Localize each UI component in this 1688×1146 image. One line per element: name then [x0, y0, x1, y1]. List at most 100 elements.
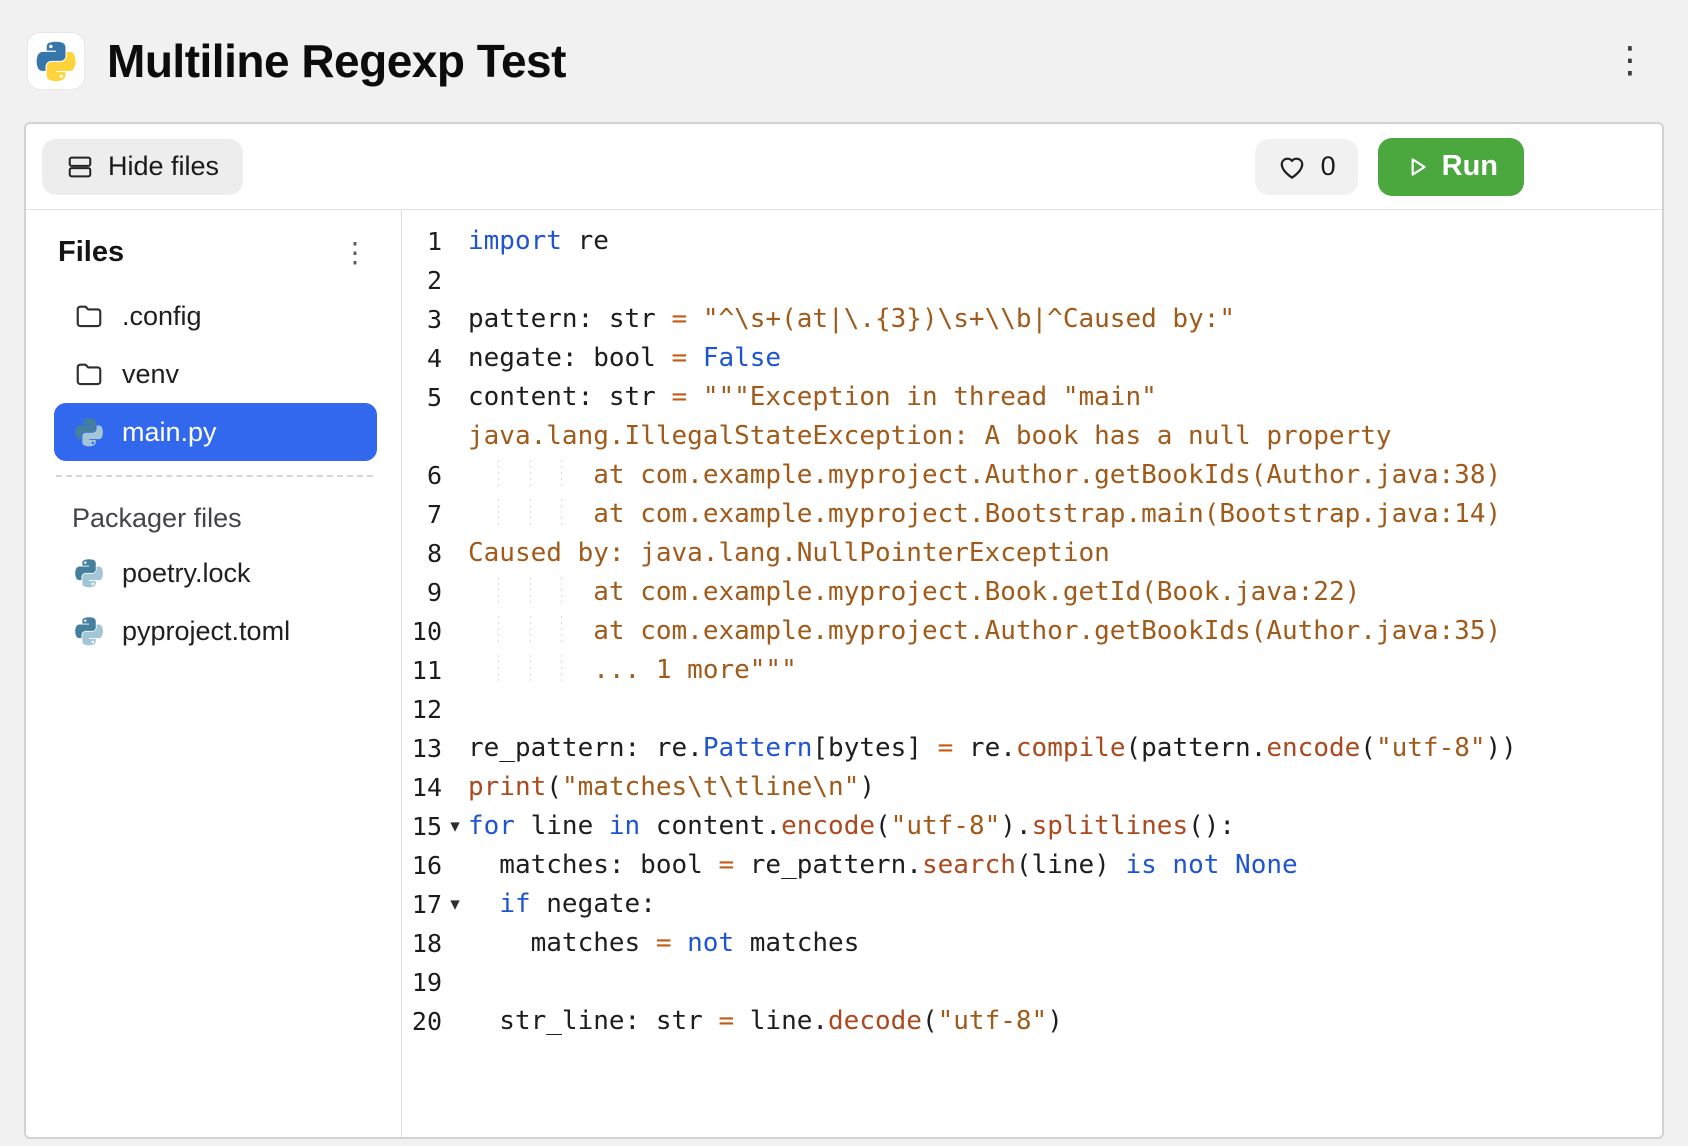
- file-name: main.py: [122, 417, 217, 448]
- code-line[interactable]: 18 matches = not matches: [402, 924, 1662, 963]
- code-line[interactable]: 4negate: bool = False: [402, 339, 1662, 378]
- run-button[interactable]: Run: [1378, 138, 1524, 196]
- code-line-text: Caused by: java.lang.NullPointerExceptio…: [468, 534, 1662, 573]
- code-line[interactable]: 19: [402, 963, 1662, 1002]
- fold-gutter: [442, 534, 468, 573]
- code-line-text: at com.example.myproject.Book.getId(Book…: [468, 573, 1662, 612]
- code-line[interactable]: 5 content: str = """Exception in thread "…: [402, 378, 1662, 417]
- heart-icon: [1277, 152, 1307, 182]
- code-line[interactable]: java.lang.IllegalStateException: A book …: [402, 417, 1662, 456]
- code-line[interactable]: 15▾for line in content.encode("utf-8").s…: [402, 807, 1662, 846]
- file-item-main-py[interactable]: main.py: [54, 403, 377, 461]
- toolbar: Hide files 0 Run: [26, 124, 1662, 210]
- file-name: .config: [122, 301, 202, 332]
- line-number: 5: [402, 378, 442, 417]
- panel-body: Files ⋮ .config venv main.py Packager: [26, 210, 1662, 1137]
- code-line[interactable]: 7 at com.example.myproject.Bootstrap.mai…: [402, 495, 1662, 534]
- fold-gutter: [442, 417, 468, 456]
- line-number: 11: [402, 651, 442, 690]
- line-number: 2: [402, 261, 442, 300]
- code-line[interactable]: 1 import re: [402, 222, 1662, 261]
- files-menu-button[interactable]: ⋮: [341, 239, 369, 267]
- files-title: Files: [58, 236, 124, 269]
- code-line-text: pattern: str = "^\s+(at|\.{3})\s+\\b|^Ca…: [468, 300, 1662, 339]
- code-line-text: import re: [468, 222, 1662, 261]
- code-line[interactable]: 12: [402, 690, 1662, 729]
- packager-files-title: Packager files: [72, 503, 377, 534]
- python-file-icon: [74, 417, 104, 447]
- play-icon: [1404, 154, 1430, 180]
- fold-gutter: [442, 846, 468, 885]
- code-line[interactable]: 3 pattern: str = "^\s+(at|\.{3})\s+\\b|^C…: [402, 300, 1662, 339]
- code-line-text: str_line: str = line.decode("utf-8"): [468, 1002, 1662, 1041]
- file-name: pyproject.toml: [122, 616, 290, 647]
- file-item-config[interactable]: .config: [54, 287, 377, 345]
- code-line-text: [468, 963, 1662, 1002]
- line-number: 14: [402, 768, 442, 807]
- line-number: [402, 417, 442, 456]
- code-line-text: re_pattern: re.Pattern[bytes] = re.compi…: [468, 729, 1662, 768]
- code-line[interactable]: 9 at com.example.myproject.Book.getId(Bo…: [402, 573, 1662, 612]
- packager-file-list: poetry.lock pyproject.toml: [54, 544, 377, 660]
- file-name: venv: [122, 359, 179, 390]
- fold-gutter: [442, 729, 468, 768]
- code-line[interactable]: 13re_pattern: re.Pattern[bytes] = re.com…: [402, 729, 1662, 768]
- fold-gutter: [442, 651, 468, 690]
- code-line-text: matches: bool = re_pattern.search(line) …: [468, 846, 1662, 885]
- fold-gutter: [442, 222, 468, 261]
- code-line[interactable]: 2: [402, 261, 1662, 300]
- likes-button[interactable]: 0: [1255, 139, 1358, 195]
- fold-arrow-icon[interactable]: ▾: [442, 807, 468, 846]
- code-line-text: print("matches\t\tline\n"): [468, 768, 1662, 807]
- hide-files-button[interactable]: Hide files: [42, 139, 243, 195]
- code-line[interactable]: 11 ... 1 more""": [402, 651, 1662, 690]
- app-header: Multiline Regexp Test ⋮: [0, 0, 1688, 122]
- code-line[interactable]: 10 at com.example.myproject.Author.getBo…: [402, 612, 1662, 651]
- line-number: 1: [402, 222, 442, 261]
- code-line-text: matches = not matches: [468, 924, 1662, 963]
- fold-gutter: [442, 768, 468, 807]
- likes-count: 0: [1321, 151, 1336, 182]
- workspace-panel: Hide files 0 Run Files ⋮ .config: [24, 122, 1664, 1139]
- file-item-poetry-lock[interactable]: poetry.lock: [54, 544, 377, 602]
- code-line[interactable]: 20 str_line: str = line.decode("utf-8"): [402, 1002, 1662, 1041]
- line-number: 16: [402, 846, 442, 885]
- code-editor-lines: 1 import re 23 pattern: str = "^\s+(at|\.{3…: [402, 222, 1662, 1041]
- page-title: Multiline Regexp Test: [107, 34, 566, 88]
- python-logo-icon: [35, 40, 77, 82]
- code-line[interactable]: 14 print("matches\t\tline\n"): [402, 768, 1662, 807]
- fold-arrow-icon[interactable]: ▾: [442, 885, 468, 924]
- file-item-venv[interactable]: venv: [54, 345, 377, 403]
- file-item-pyproject-toml[interactable]: pyproject.toml: [54, 602, 377, 660]
- sidebar-divider: [56, 475, 373, 477]
- python-file-icon: [74, 558, 104, 588]
- files-sidebar: Files ⋮ .config venv main.py Packager: [26, 210, 402, 1137]
- code-line-text: java.lang.IllegalStateException: A book …: [468, 417, 1662, 456]
- python-file-icon: [74, 616, 104, 646]
- code-line-text: if negate:: [468, 885, 1662, 924]
- header-menu-button[interactable]: ⋮: [1612, 43, 1648, 79]
- line-number: 7: [402, 495, 442, 534]
- line-number: 12: [402, 690, 442, 729]
- code-line[interactable]: 8Caused by: java.lang.NullPointerExcepti…: [402, 534, 1662, 573]
- code-line[interactable]: 6 at com.example.myproject.Author.getBoo…: [402, 456, 1662, 495]
- fold-gutter: [442, 924, 468, 963]
- code-line-text: content: str = """Exception in thread "m…: [468, 378, 1662, 417]
- line-number: 17: [402, 885, 442, 924]
- file-name: poetry.lock: [122, 558, 251, 589]
- fold-gutter: [442, 378, 468, 417]
- code-line-text: at com.example.myproject.Author.getBookI…: [468, 456, 1662, 495]
- fold-gutter: [442, 612, 468, 651]
- code-line[interactable]: 16 matches: bool = re_pattern.search(lin…: [402, 846, 1662, 885]
- code-editor[interactable]: 1 import re 23 pattern: str = "^\s+(at|\.{3…: [402, 210, 1662, 1137]
- folder-icon: [74, 301, 104, 331]
- fold-gutter: [442, 963, 468, 1002]
- line-number: 20: [402, 1002, 442, 1041]
- line-number: 9: [402, 573, 442, 612]
- code-line-text: at com.example.myproject.Author.getBookI…: [468, 612, 1662, 651]
- files-panel-icon: [66, 153, 94, 181]
- code-line[interactable]: 17▾ if negate:: [402, 885, 1662, 924]
- code-line-text: ... 1 more""": [468, 651, 1662, 690]
- run-label: Run: [1442, 150, 1498, 183]
- line-number: 3: [402, 300, 442, 339]
